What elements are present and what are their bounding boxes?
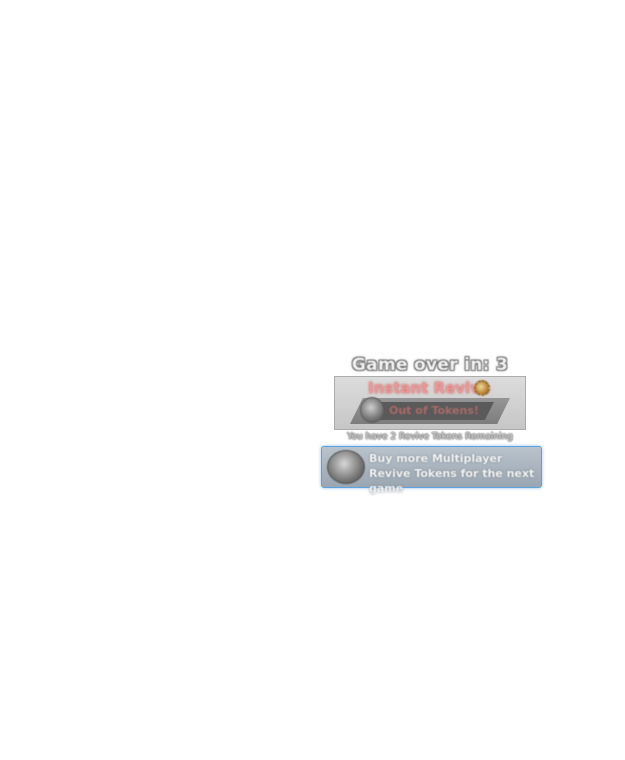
- game-screen: Game over in: 3 Instant Revive Out of To…: [0, 0, 625, 760]
- buy-more-tokens-button[interactable]: Buy more Multiplayer Revive Tokens for t…: [321, 446, 542, 495]
- badge-icon: [474, 380, 490, 396]
- revive-token-icon: [360, 397, 384, 423]
- tokens-remaining-text: You have 2 Revive Tokens Remaining: [347, 432, 513, 442]
- revive-token-icon: [327, 450, 365, 484]
- buy-more-tokens-label: Buy more Multiplayer Revive Tokens for t…: [369, 452, 535, 495]
- game-over-countdown: Game over in: 3: [351, 355, 509, 375]
- instant-revive-title: Instant Revive: [368, 379, 491, 397]
- out-of-tokens-text: Out of Tokens!: [389, 404, 479, 417]
